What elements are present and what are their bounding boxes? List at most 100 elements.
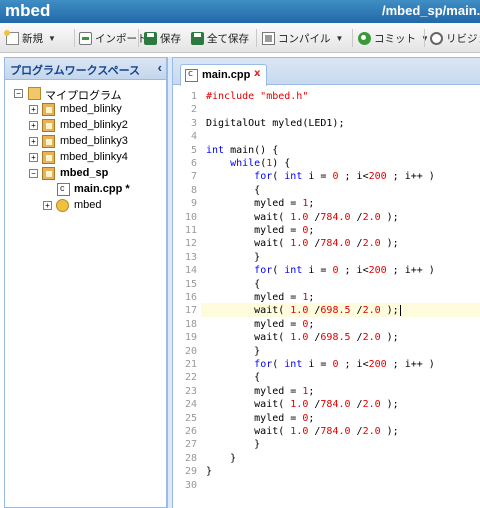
tree-label: mbed_blinky (60, 103, 122, 115)
code-line[interactable]: } (206, 452, 236, 465)
line-number-gutter: 1 2 3 4 5 6 7 8 9 10 11 12 13 14 15 16 17 18 19 20 21 22 23 24 2… (173, 86, 201, 508)
code-line[interactable]: } (206, 345, 260, 358)
import-icon (79, 31, 92, 45)
line-number: 20 (184, 345, 197, 357)
expand-toggle-icon[interactable]: + (29, 137, 38, 146)
title-bar: mbed /mbed_sp/main.c (0, 0, 480, 23)
line-number: 14 (184, 265, 197, 277)
line-number: 19 (184, 332, 197, 344)
code-line[interactable]: for( int i = 0 ; i<200 ; i++ ) (206, 358, 435, 371)
toolbar-divider (424, 29, 425, 47)
code-line[interactable]: wait( 1.0 /698.5 /2.0 ); (206, 331, 399, 344)
collapse-toggle-icon[interactable]: − (29, 169, 38, 178)
program-icon (42, 119, 55, 132)
program-icon (42, 167, 55, 180)
code-line[interactable]: wait( 1.0 /784.0 /2.0 ); (206, 425, 399, 438)
code-line[interactable]: myled = 1; (206, 197, 314, 210)
line-number: 4 (190, 131, 197, 143)
commit-icon (358, 31, 371, 45)
code-line[interactable]: { (206, 184, 260, 197)
code-line[interactable]: myled = 1; (206, 291, 314, 304)
tree-label: mbed_blinky3 (60, 135, 128, 147)
new-file-icon (4, 29, 19, 45)
cpp-file-icon (57, 183, 70, 196)
commit-label: コミット (374, 32, 416, 45)
code-line[interactable]: wait( 1.0 /784.0 /2.0 ); (206, 237, 399, 250)
tree-item-program-active[interactable]: − mbed_sp (5, 166, 165, 182)
code-line[interactable]: } (206, 438, 260, 451)
code-line[interactable]: myled = 1; (206, 385, 314, 398)
code-line[interactable]: { (206, 371, 260, 384)
revision-label: リビジョ (446, 32, 480, 45)
line-number: 3 (190, 117, 197, 129)
tree-label: mbed_blinky4 (60, 151, 128, 163)
toolbar: 新規 ▼ インポート 保存 全て保存 コンパイル ▼ コミット ▼ リビジョ (0, 23, 480, 53)
code-line[interactable]: for( int i = 0 ; i<200 ; i++ ) (206, 170, 435, 183)
save-label: 保存 (160, 32, 181, 45)
editor-tabstrip: main.cpp x (173, 58, 480, 86)
code-line[interactable]: } (206, 465, 212, 478)
expand-toggle-icon[interactable]: + (43, 201, 52, 210)
cpp-file-icon (185, 69, 198, 82)
line-number: 17 (184, 305, 197, 317)
code-line[interactable]: while(1) { (206, 157, 290, 170)
new-button[interactable]: 新規 ▼ (4, 29, 56, 47)
save-button[interactable]: 保存 (144, 29, 181, 47)
compile-button[interactable]: コンパイル ▼ (262, 29, 343, 47)
chevron-down-icon[interactable]: ▼ (48, 34, 56, 43)
line-number: 10 (184, 211, 197, 223)
tree-label: main.cpp * (74, 183, 130, 195)
code-line[interactable]: DigitalOut myled(LED1); (206, 117, 344, 130)
tab-main-cpp[interactable]: main.cpp x (180, 64, 267, 86)
code-editor: main.cpp x 12345678910111213141516171819… (172, 57, 480, 508)
expand-toggle-icon[interactable]: + (29, 153, 38, 162)
code-area[interactable]: #include "mbed.h" DigitalOut myled(LED1);… (204, 86, 480, 508)
tree-item-my-programs[interactable]: − マイプログラム (5, 86, 165, 102)
toolbar-divider (138, 29, 139, 47)
line-number: 30 (184, 479, 197, 491)
expand-toggle-icon[interactable]: + (29, 121, 38, 130)
tab-label: main.cpp (202, 69, 251, 81)
code-line[interactable]: wait( 1.0 /784.0 /2.0 ); (206, 211, 399, 224)
line-number: 22 (184, 372, 197, 384)
workspace-icon (28, 87, 41, 100)
collapse-toggle-icon[interactable]: − (14, 89, 23, 98)
tree-item-file[interactable]: main.cpp * (5, 182, 165, 198)
tree-item-program[interactable]: + mbed_blinky4 (5, 150, 165, 166)
collapse-icon[interactable]: ‹ (158, 60, 162, 75)
chevron-down-icon[interactable]: ▼ (336, 34, 344, 43)
line-number: 7 (190, 171, 197, 183)
code-line[interactable]: wait( 1.0 /698.5 /2.0 ); (206, 304, 401, 317)
save-all-button[interactable]: 全て保存 (191, 29, 249, 47)
code-line[interactable]: } (206, 251, 260, 264)
tree-item-program[interactable]: + mbed_blinky (5, 102, 165, 118)
program-workspace-panel: プログラムワークスペース ‹ − マイプログラム + mbed_blinky +… (4, 57, 167, 508)
expand-toggle-icon[interactable]: + (29, 105, 38, 114)
code-line[interactable]: myled = 0; (206, 224, 314, 237)
line-number: 13 (184, 251, 197, 263)
close-icon[interactable]: x (254, 68, 260, 79)
line-number: 18 (184, 318, 197, 330)
code-line[interactable]: for( int i = 0 ; i<200 ; i++ ) (206, 264, 435, 277)
panel-header: プログラムワークスペース ‹ (5, 58, 166, 80)
line-number: 8 (190, 184, 197, 196)
commit-button[interactable]: コミット ▼ (358, 29, 429, 47)
code-line[interactable]: int main() { (206, 144, 278, 157)
code-line[interactable]: { (206, 278, 260, 291)
revision-button[interactable]: リビジョ (430, 29, 480, 47)
line-number: 15 (184, 278, 197, 290)
code-line[interactable]: myled = 0; (206, 318, 314, 331)
line-number: 1 (190, 91, 197, 102)
line-number: 24 (184, 399, 197, 411)
tree-item-library[interactable]: + mbed (5, 198, 165, 214)
program-icon (42, 135, 55, 148)
tree-label: mbed_sp (60, 167, 109, 179)
program-icon (42, 151, 55, 164)
new-label: 新規 (22, 32, 43, 45)
code-line[interactable]: #include "mbed.h" (206, 90, 308, 103)
tree-label: mbed (74, 199, 102, 211)
tree-item-program[interactable]: + mbed_blinky2 (5, 118, 165, 134)
code-line[interactable]: wait( 1.0 /784.0 /2.0 ); (206, 398, 399, 411)
code-line[interactable]: myled = 0; (206, 412, 314, 425)
tree-item-program[interactable]: + mbed_blinky3 (5, 134, 165, 150)
